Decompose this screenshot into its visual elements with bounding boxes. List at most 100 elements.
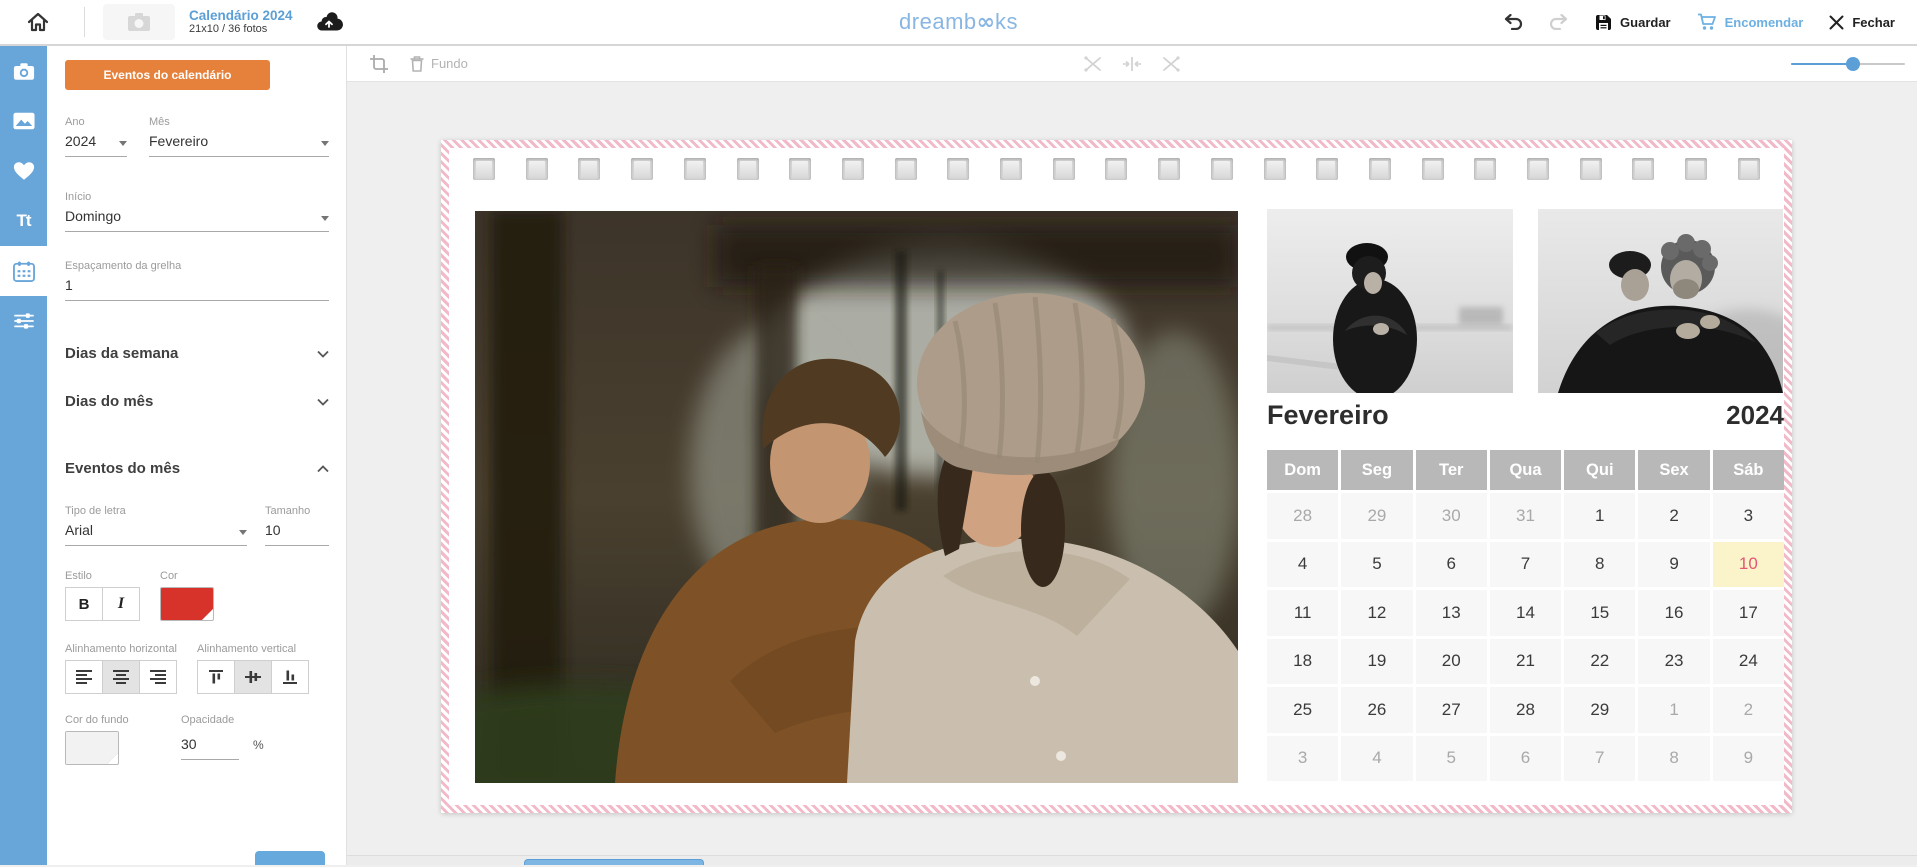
- sidebar-item-text[interactable]: Tt: [0, 196, 47, 246]
- weekday-header: Ter: [1416, 450, 1487, 490]
- undo-icon[interactable]: [1503, 14, 1523, 30]
- section-monthdays[interactable]: Dias do mês: [65, 393, 329, 410]
- camera-placeholder-icon: [127, 12, 151, 32]
- punch-hole: [737, 158, 759, 180]
- chevron-down-icon: [317, 350, 329, 358]
- month-label: Mês: [149, 116, 329, 128]
- punch-hole: [1738, 158, 1760, 180]
- font-color-swatch[interactable]: [160, 587, 214, 621]
- calendar-grid[interactable]: DomSegTerQuaQuiSexSáb2829303112345678910…: [1267, 450, 1784, 781]
- chevron-down-icon: [321, 216, 329, 221]
- calendar-day-cell: 29: [1564, 687, 1635, 733]
- punch-hole: [842, 158, 864, 180]
- calendar-day-cell: 24: [1713, 639, 1784, 685]
- horizontal-align-label: Alinhamento horizontal: [65, 643, 179, 655]
- redo-icon[interactable]: [1549, 14, 1569, 30]
- calendar-day-cell: 7: [1564, 736, 1635, 782]
- style-label: Estilo: [65, 570, 140, 582]
- canvas-toolbar-center: [1084, 46, 1180, 81]
- font-family-select[interactable]: Arial: [65, 517, 247, 546]
- calendar-day-cell: 8: [1564, 542, 1635, 588]
- sidebar-item-photos[interactable]: [0, 46, 47, 96]
- grid-spacing-input[interactable]: 1: [65, 272, 329, 301]
- calendar-day-cell: 28: [1490, 687, 1561, 733]
- month-select[interactable]: Fevereiro: [149, 128, 329, 157]
- bold-button[interactable]: B: [65, 587, 103, 621]
- brand-logo: dreamb∞ks: [899, 9, 1018, 35]
- calendar-day-cell: 18: [1267, 639, 1338, 685]
- weekday-header: Sáb: [1713, 450, 1784, 490]
- calendar-day-cell: 4: [1341, 736, 1412, 782]
- calendar-page[interactable]: Fevereiro 2024 DomSegTerQuaQuiSexSáb2829…: [441, 140, 1792, 813]
- calendar-events-button[interactable]: Eventos do calendário: [65, 60, 270, 90]
- punch-hole: [1316, 158, 1338, 180]
- punch-hole: [631, 158, 653, 180]
- small-photo-1[interactable]: [1267, 209, 1513, 393]
- background-color-swatch[interactable]: [65, 731, 119, 765]
- zoom-slider-thumb[interactable]: [1846, 57, 1860, 71]
- home-icon[interactable]: [10, 12, 66, 32]
- italic-button[interactable]: I: [102, 587, 140, 621]
- crop-icon[interactable]: [370, 55, 388, 73]
- sidebar-item-layouts[interactable]: [0, 96, 47, 146]
- canvas-body: Fevereiro 2024 DomSegTerQuaQuiSexSáb2829…: [347, 82, 1917, 855]
- order-button[interactable]: Encomendar: [1697, 13, 1804, 31]
- zoom-slider[interactable]: [1791, 57, 1905, 71]
- valign-top-button[interactable]: [197, 660, 235, 694]
- calendar-month-title: Fevereiro: [1267, 400, 1389, 431]
- calendar-day-cell: 15: [1564, 590, 1635, 636]
- calendar-day-cell: 1: [1564, 493, 1635, 539]
- binding-holes: [473, 158, 1760, 182]
- background-color-label: Cor do fundo: [65, 714, 157, 726]
- section-month-events[interactable]: Eventos do mês: [65, 460, 329, 477]
- cart-icon: [1697, 13, 1717, 31]
- week-start-select[interactable]: Domingo: [65, 203, 329, 232]
- punch-hole: [1580, 158, 1602, 180]
- tool-sidebar: Tt: [0, 46, 47, 865]
- calendar-day-cell: 3: [1713, 493, 1784, 539]
- section-weekdays[interactable]: Dias da semana: [65, 345, 329, 362]
- opacity-input[interactable]: 30: [181, 731, 239, 760]
- weekday-header: Seg: [1341, 450, 1412, 490]
- align-right-button[interactable]: [139, 660, 177, 694]
- punch-hole: [1211, 158, 1233, 180]
- project-title[interactable]: Calendário 2024: [189, 8, 293, 24]
- week-start-label: Início: [65, 191, 329, 203]
- punch-hole: [1632, 158, 1654, 180]
- calendar-day-cell: 20: [1416, 639, 1487, 685]
- swap-vertical-icon[interactable]: [1162, 56, 1180, 72]
- trash-icon: [410, 56, 424, 72]
- year-select[interactable]: 2024: [65, 128, 127, 157]
- valign-bottom-button[interactable]: [271, 660, 309, 694]
- align-left-button[interactable]: [65, 660, 103, 694]
- calendar-icon: [13, 261, 35, 282]
- valign-middle-button[interactable]: [234, 660, 272, 694]
- punch-hole: [895, 158, 917, 180]
- calendar-day-cell: 27: [1416, 687, 1487, 733]
- cloud-sync-icon[interactable]: [315, 12, 343, 32]
- align-center-button[interactable]: [102, 660, 140, 694]
- large-photo[interactable]: [475, 211, 1238, 783]
- close-button[interactable]: Fechar: [1829, 15, 1895, 30]
- project-thumbnail[interactable]: [103, 4, 175, 40]
- sidebar-item-settings[interactable]: [0, 296, 47, 346]
- sidebar-item-favorites[interactable]: [0, 146, 47, 196]
- calendar-title-row: Fevereiro 2024: [1267, 400, 1784, 431]
- close-icon: [1829, 15, 1844, 30]
- font-color-label: Cor: [160, 570, 214, 582]
- small-photo-2[interactable]: [1538, 209, 1783, 393]
- page-strip-scrollbar[interactable]: [524, 859, 704, 865]
- calendar-day-cell: 8: [1638, 736, 1709, 782]
- apply-button[interactable]: [255, 851, 325, 865]
- font-size-input[interactable]: 10: [265, 517, 329, 546]
- swap-horizontal-icon[interactable]: [1084, 56, 1102, 72]
- punch-hole: [1264, 158, 1286, 180]
- remove-background-button[interactable]: Fundo: [410, 56, 468, 72]
- project-subtitle: 21x10 / 36 fotos: [189, 23, 293, 36]
- calendar-day-cell: 1: [1638, 687, 1709, 733]
- save-button[interactable]: Guardar: [1595, 14, 1671, 31]
- center-horizontal-icon[interactable]: [1122, 57, 1142, 71]
- chevron-down-icon: [321, 141, 329, 146]
- sliders-icon: [13, 312, 35, 330]
- sidebar-item-calendar[interactable]: [0, 246, 47, 296]
